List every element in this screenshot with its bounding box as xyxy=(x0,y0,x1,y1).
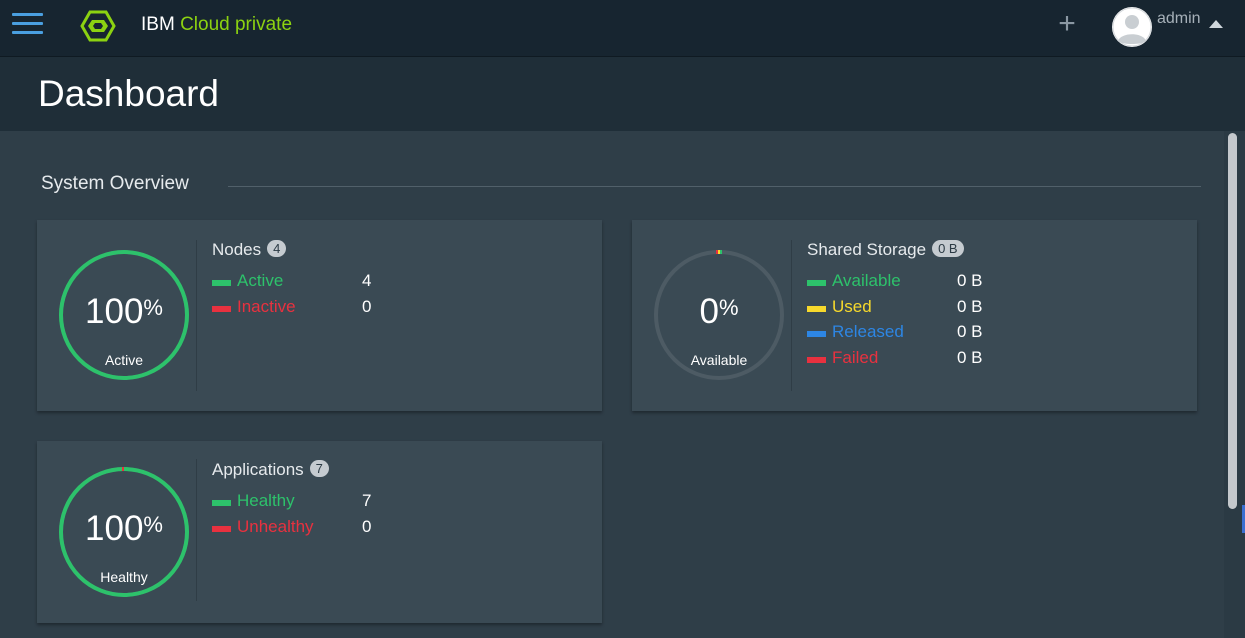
storage-count-badge: 0 B xyxy=(932,240,964,257)
applications-percent: 100% xyxy=(57,511,191,546)
storage-title: Shared Storage 0 B xyxy=(807,240,964,260)
legend-item[interactable]: Used 0 B xyxy=(807,297,1007,323)
legend-swatch xyxy=(807,280,826,286)
legend-label: Healthy xyxy=(237,491,295,510)
nodes-percent-sign: % xyxy=(143,295,163,320)
legend-value: 0 B xyxy=(957,322,983,341)
legend-value: 0 B xyxy=(957,271,983,290)
legend-swatch xyxy=(807,331,826,337)
card-divider xyxy=(196,240,197,391)
brand-title[interactable]: IBM Cloud private xyxy=(141,14,292,36)
top-bar: IBM Cloud private + admin xyxy=(0,0,1245,57)
legend-value: 4 xyxy=(362,271,372,290)
legend-item[interactable]: Unhealthy 0 xyxy=(212,517,412,543)
storage-title-text: Shared Storage xyxy=(807,240,927,259)
legend-item[interactable]: Inactive 0 xyxy=(212,297,412,323)
storage-ring-marker-green xyxy=(720,250,722,254)
legend-value: 0 xyxy=(362,296,372,316)
applications-title-text: Applications xyxy=(212,460,304,479)
user-avatar[interactable] xyxy=(1112,7,1152,47)
shared-storage-card[interactable]: 0% Available Shared Storage 0 B Available… xyxy=(632,220,1197,411)
card-divider xyxy=(791,240,792,391)
nodes-percent: 100% xyxy=(57,294,191,329)
legend-value: 0 xyxy=(362,516,372,536)
caret-up-icon[interactable] xyxy=(1209,20,1223,28)
ibm-cloud-logo-icon xyxy=(80,10,116,42)
nodes-ring-label: Active xyxy=(104,352,144,368)
nodes-card[interactable]: 100% Active Nodes 4 Active 4 Inactive 0 xyxy=(37,220,602,411)
menu-icon[interactable] xyxy=(12,13,43,35)
section-title: System Overview xyxy=(41,173,189,194)
section-divider xyxy=(228,186,1201,187)
storage-ring-marker-red xyxy=(716,250,718,254)
legend-label: Released xyxy=(832,322,904,341)
legend-swatch xyxy=(212,305,231,312)
applications-card[interactable]: 100% Healthy Applications 7 Healthy 7 Unh… xyxy=(37,441,602,623)
nodes-ring: 100% Active xyxy=(57,248,191,382)
storage-percent: 0% xyxy=(652,294,786,329)
storage-percent-sign: % xyxy=(718,295,739,320)
storage-ring-label: Available xyxy=(690,352,748,368)
legend-item[interactable]: Available 0 B xyxy=(807,271,1007,297)
applications-title: Applications 7 xyxy=(212,460,329,480)
storage-legend: Available 0 B Used 0 B Released 0 B Fail… xyxy=(807,271,1007,373)
legend-value: 7 xyxy=(362,491,372,510)
legend-swatch xyxy=(807,356,826,363)
applications-percent-value: 100 xyxy=(85,509,144,548)
add-button[interactable]: + xyxy=(1054,9,1080,39)
applications-percent-sign: % xyxy=(143,512,163,537)
user-name[interactable]: admin xyxy=(1157,10,1201,28)
legend-label: Active xyxy=(237,271,284,290)
nodes-count-badge: 4 xyxy=(267,240,287,257)
legend-value: 0 B xyxy=(957,296,983,316)
legend-item[interactable]: Healthy 7 xyxy=(212,491,412,517)
applications-ring: 100% Healthy xyxy=(57,465,191,599)
page-header: Dashboard xyxy=(0,57,1245,131)
storage-ring: 0% Available xyxy=(652,248,786,382)
main-content: System Overview 100% Active Nodes 4 Activ… xyxy=(0,131,1224,638)
legend-label: Inactive xyxy=(237,296,296,316)
brand-product: Cloud private xyxy=(180,14,293,35)
avatar-icon xyxy=(1112,7,1152,47)
legend-label: Available xyxy=(832,271,901,290)
storage-percent-value: 0 xyxy=(699,292,719,331)
legend-label: Used xyxy=(832,296,872,316)
applications-ring-label: Healthy xyxy=(100,569,148,585)
applications-ring-marker xyxy=(122,467,124,471)
legend-item[interactable]: Released 0 B xyxy=(807,322,1007,348)
applications-legend: Healthy 7 Unhealthy 0 xyxy=(212,491,412,542)
legend-swatch xyxy=(212,500,231,506)
nodes-title: Nodes 4 xyxy=(212,240,287,260)
nodes-legend: Active 4 Inactive 0 xyxy=(212,271,412,322)
applications-count-badge: 7 xyxy=(309,460,329,477)
legend-item[interactable]: Active 4 xyxy=(212,271,412,297)
legend-value: 0 B xyxy=(957,347,983,367)
nodes-percent-value: 100 xyxy=(85,292,144,331)
legend-item[interactable]: Failed 0 B xyxy=(807,348,1007,374)
nodes-title-text: Nodes xyxy=(212,240,262,259)
legend-label: Failed xyxy=(832,347,879,367)
legend-swatch xyxy=(212,525,231,532)
page-title: Dashboard xyxy=(38,73,220,114)
legend-swatch xyxy=(807,305,826,312)
brand-ibm: IBM xyxy=(141,14,175,35)
card-divider xyxy=(196,459,197,601)
storage-ring-marker-yellow xyxy=(718,250,720,254)
legend-swatch xyxy=(212,280,231,286)
scrollbar-thumb[interactable] xyxy=(1228,133,1237,509)
legend-label: Unhealthy xyxy=(237,516,314,536)
